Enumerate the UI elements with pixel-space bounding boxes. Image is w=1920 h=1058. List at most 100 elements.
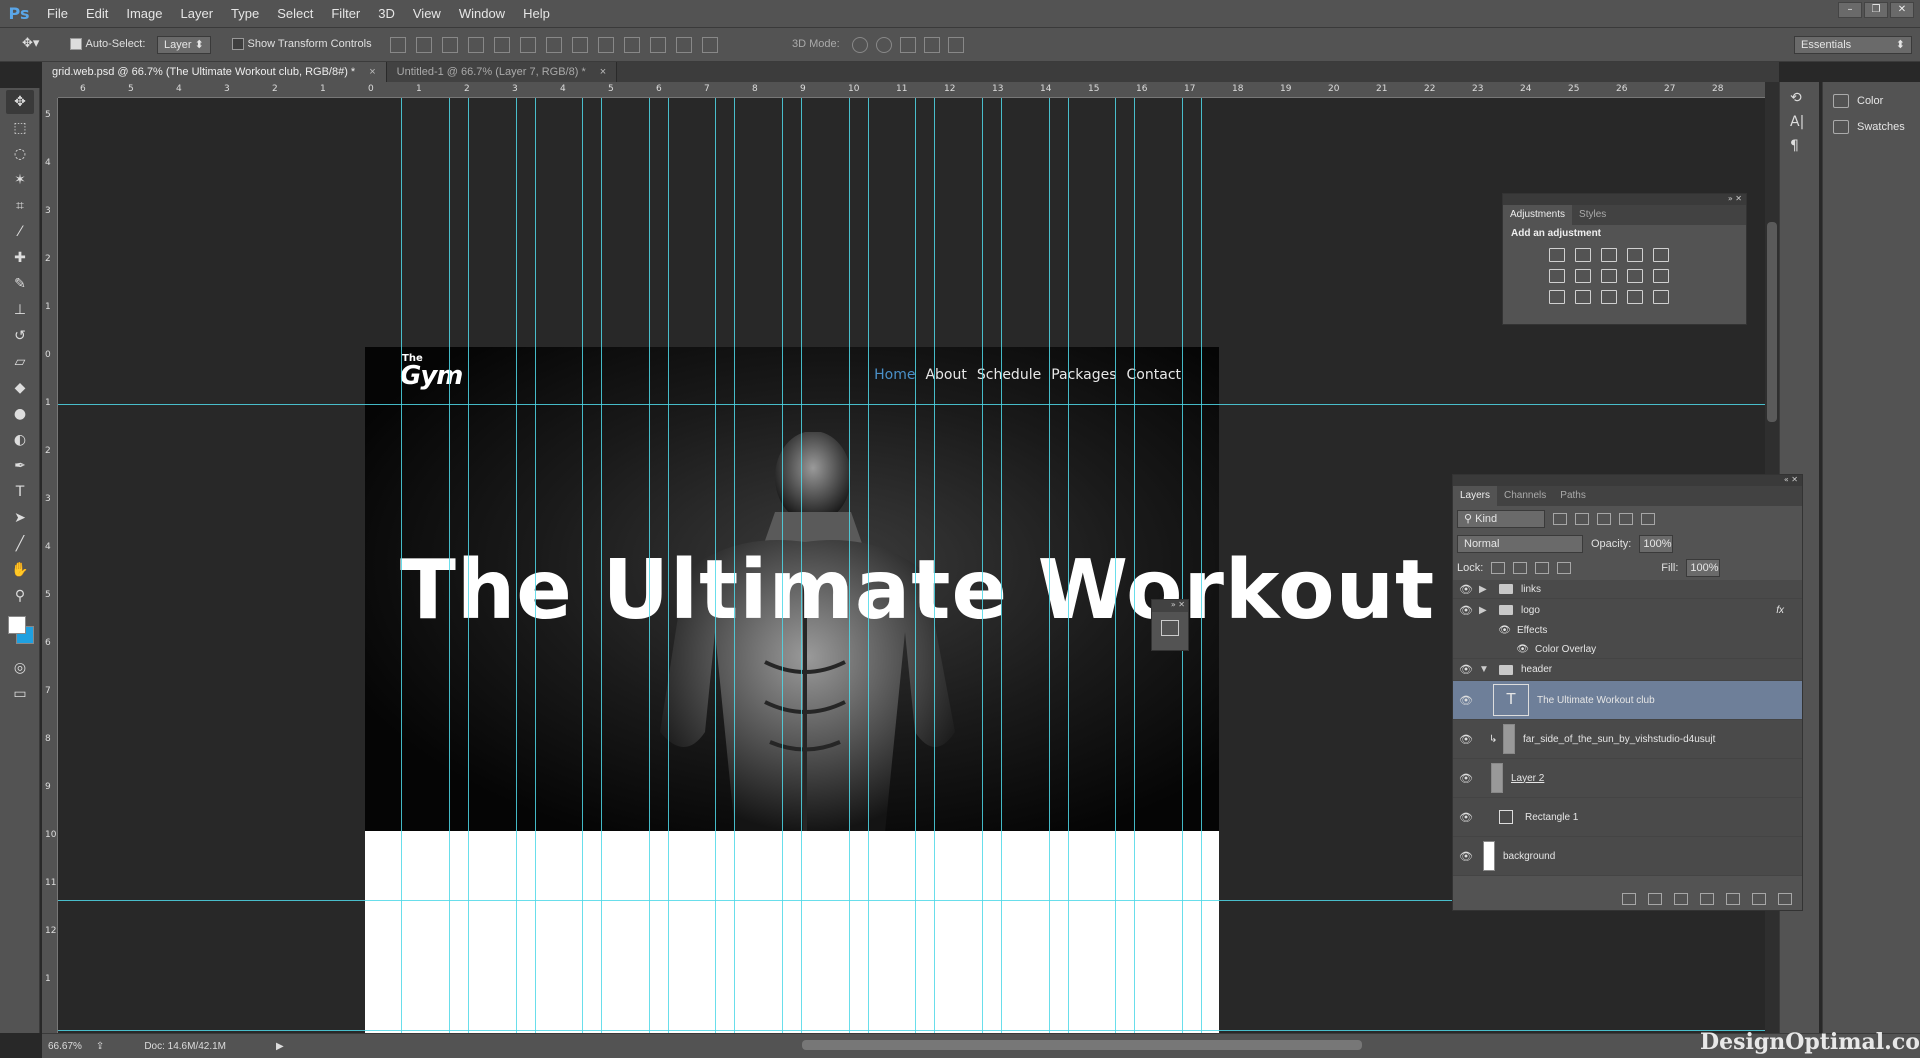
guide-vertical[interactable] — [915, 98, 916, 1033]
brush-tool-icon[interactable]: ✎ — [6, 272, 34, 296]
zoom-level[interactable]: 66.67% — [48, 1041, 82, 1052]
brightness-contrast-icon[interactable] — [1549, 248, 1565, 262]
type-tool-icon[interactable]: T — [6, 480, 34, 504]
magic-wand-tool-icon[interactable]: ✶ — [6, 168, 34, 192]
tab-paths[interactable]: Paths — [1553, 486, 1593, 506]
filter-shape-icon[interactable] — [1619, 513, 1633, 525]
guide-vertical[interactable] — [801, 98, 802, 1033]
visibility-eye-icon[interactable]: 👁 — [1453, 663, 1479, 676]
move-tool-preset-icon[interactable]: ✥▾ — [22, 36, 39, 51]
scroll-thumb[interactable] — [1767, 222, 1777, 422]
workspace-dropdown[interactable]: Essentials ⬍ — [1794, 36, 1912, 54]
eyedropper-tool-icon[interactable]: ⁄ — [6, 220, 34, 244]
menu-layer[interactable]: Layer — [172, 6, 223, 21]
effect-eye-icon[interactable]: 👁 — [1453, 625, 1517, 636]
guide-vertical[interactable] — [1049, 98, 1050, 1033]
3d-rotate-icon[interactable] — [852, 37, 868, 53]
guide-vertical[interactable] — [1182, 98, 1183, 1033]
curves-icon[interactable] — [1601, 248, 1617, 262]
guide-vertical[interactable] — [782, 98, 783, 1033]
color-balance-icon[interactable] — [1575, 269, 1591, 283]
filter-type-icon[interactable] — [1597, 513, 1611, 525]
guide-horizontal[interactable] — [58, 1030, 1765, 1031]
visibility-eye-icon[interactable]: 👁 — [1453, 733, 1479, 746]
guide-vertical[interactable] — [449, 98, 450, 1033]
guide-vertical[interactable] — [601, 98, 602, 1033]
lock-image-icon[interactable] — [1513, 562, 1528, 574]
marquee-tool-icon[interactable]: ⬚ — [6, 116, 34, 140]
menu-3d[interactable]: 3D — [369, 6, 404, 21]
guide-vertical[interactable] — [982, 98, 983, 1033]
levels-icon[interactable] — [1575, 248, 1591, 262]
align-vcenter-icon[interactable] — [416, 37, 432, 53]
layer-row-logo[interactable]: 👁 ▶ logo fx — [1453, 599, 1802, 621]
guide-vertical[interactable] — [715, 98, 716, 1033]
guide-vertical[interactable] — [868, 98, 869, 1033]
mini-panel-header[interactable]: » ✕ — [1152, 600, 1188, 612]
foreground-color[interactable] — [8, 616, 26, 634]
align-bottom-icon[interactable] — [442, 37, 458, 53]
vibrance-icon[interactable] — [1653, 248, 1669, 262]
restore-icon[interactable]: ❐ — [1864, 2, 1888, 18]
photo-filter-icon[interactable] — [1627, 269, 1643, 283]
ruler-origin[interactable] — [42, 82, 58, 98]
menu-select[interactable]: Select — [268, 6, 322, 21]
menu-view[interactable]: View — [404, 6, 450, 21]
distribute-left-icon[interactable] — [624, 37, 640, 53]
align-hcenter-icon[interactable] — [494, 37, 510, 53]
quick-mask-icon[interactable]: ◎ — [6, 656, 34, 680]
distribute-bottom-icon[interactable] — [598, 37, 614, 53]
horizontal-scrollbar[interactable] — [802, 1040, 1362, 1050]
3d-drag-icon[interactable] — [900, 37, 916, 53]
expand-arrow-icon[interactable]: ▶ — [1479, 605, 1491, 616]
layers-panel-header[interactable]: « ✕ — [1453, 475, 1802, 486]
paragraph-icon[interactable]: ¶ — [1790, 138, 1809, 154]
path-selection-tool-icon[interactable]: ➤ — [6, 506, 34, 530]
layer-row-background[interactable]: 👁 background — [1453, 837, 1802, 876]
menu-help[interactable]: Help — [514, 6, 559, 21]
guide-vertical[interactable] — [734, 98, 735, 1033]
guide-vertical[interactable] — [535, 98, 536, 1033]
layer-row-sun[interactable]: 👁 ↳ far_side_of_the_sun_by_vishstudio-d4… — [1453, 720, 1802, 759]
threshold-icon[interactable] — [1601, 290, 1617, 304]
move-tool-icon[interactable]: ✥ — [6, 90, 34, 114]
tab-close-icon[interactable]: × — [600, 66, 606, 78]
auto-align-icon[interactable] — [702, 37, 718, 53]
adjustments-panel-header[interactable]: » ✕ — [1503, 194, 1746, 205]
screen-mode-icon[interactable]: ▭ — [6, 682, 34, 706]
visibility-eye-icon[interactable]: 👁 — [1453, 604, 1479, 617]
guide-vertical[interactable] — [934, 98, 935, 1033]
menu-filter[interactable]: Filter — [322, 6, 369, 21]
guide-vertical[interactable] — [401, 98, 402, 1033]
opacity-input[interactable]: 100% — [1639, 535, 1674, 553]
color-swatches[interactable] — [6, 612, 34, 652]
blend-mode-dropdown[interactable]: Normal — [1457, 535, 1583, 553]
distribute-vcenter-icon[interactable] — [572, 37, 588, 53]
filter-smart-object-icon[interactable] — [1641, 513, 1655, 525]
horizontal-ruler[interactable]: 6 5 4 3 2 1 0 1 2 3 4 5 6 7 8 9 10 11 12 13 14 15 16 17 18 19 20 21… — [58, 82, 1765, 98]
selective-color-icon[interactable] — [1627, 290, 1643, 304]
tab-close-icon[interactable]: × — [369, 66, 375, 78]
export-icon[interactable]: ⇪ — [96, 1041, 104, 1052]
lock-position-icon[interactable] — [1535, 562, 1550, 574]
layer-row-layer2[interactable]: 👁 Layer 2 — [1453, 759, 1802, 798]
visibility-eye-icon[interactable]: 👁 — [1453, 850, 1479, 863]
tab-layers[interactable]: Layers — [1453, 486, 1498, 506]
dock-color[interactable]: Color — [1823, 88, 1920, 114]
menu-edit[interactable]: Edit — [77, 6, 117, 21]
visibility-eye-icon[interactable]: 👁 — [1453, 583, 1479, 596]
tab-grid-web[interactable]: grid.web.psd @ 66.7% (The Ultimate Worko… — [42, 62, 387, 82]
black-white-icon[interactable] — [1601, 269, 1617, 283]
pen-tool-icon[interactable]: ✒ — [6, 454, 34, 478]
tab-adjustments[interactable]: Adjustments — [1503, 205, 1573, 225]
crop-tool-icon[interactable]: ⌗ — [6, 194, 34, 218]
visibility-eye-icon[interactable]: 👁 — [1453, 811, 1479, 824]
add-style-icon[interactable] — [1648, 893, 1662, 905]
auto-select-checkbox[interactable]: Auto-Select: — [70, 37, 145, 50]
guide-vertical[interactable] — [1068, 98, 1069, 1033]
stamp-tool-icon[interactable]: ⊥ — [6, 298, 34, 322]
minimize-icon[interactable]: – — [1838, 2, 1862, 18]
effect-eye-icon[interactable]: 👁 — [1453, 644, 1535, 655]
fx-icon[interactable]: fx — [1776, 605, 1784, 616]
align-top-icon[interactable] — [390, 37, 406, 53]
